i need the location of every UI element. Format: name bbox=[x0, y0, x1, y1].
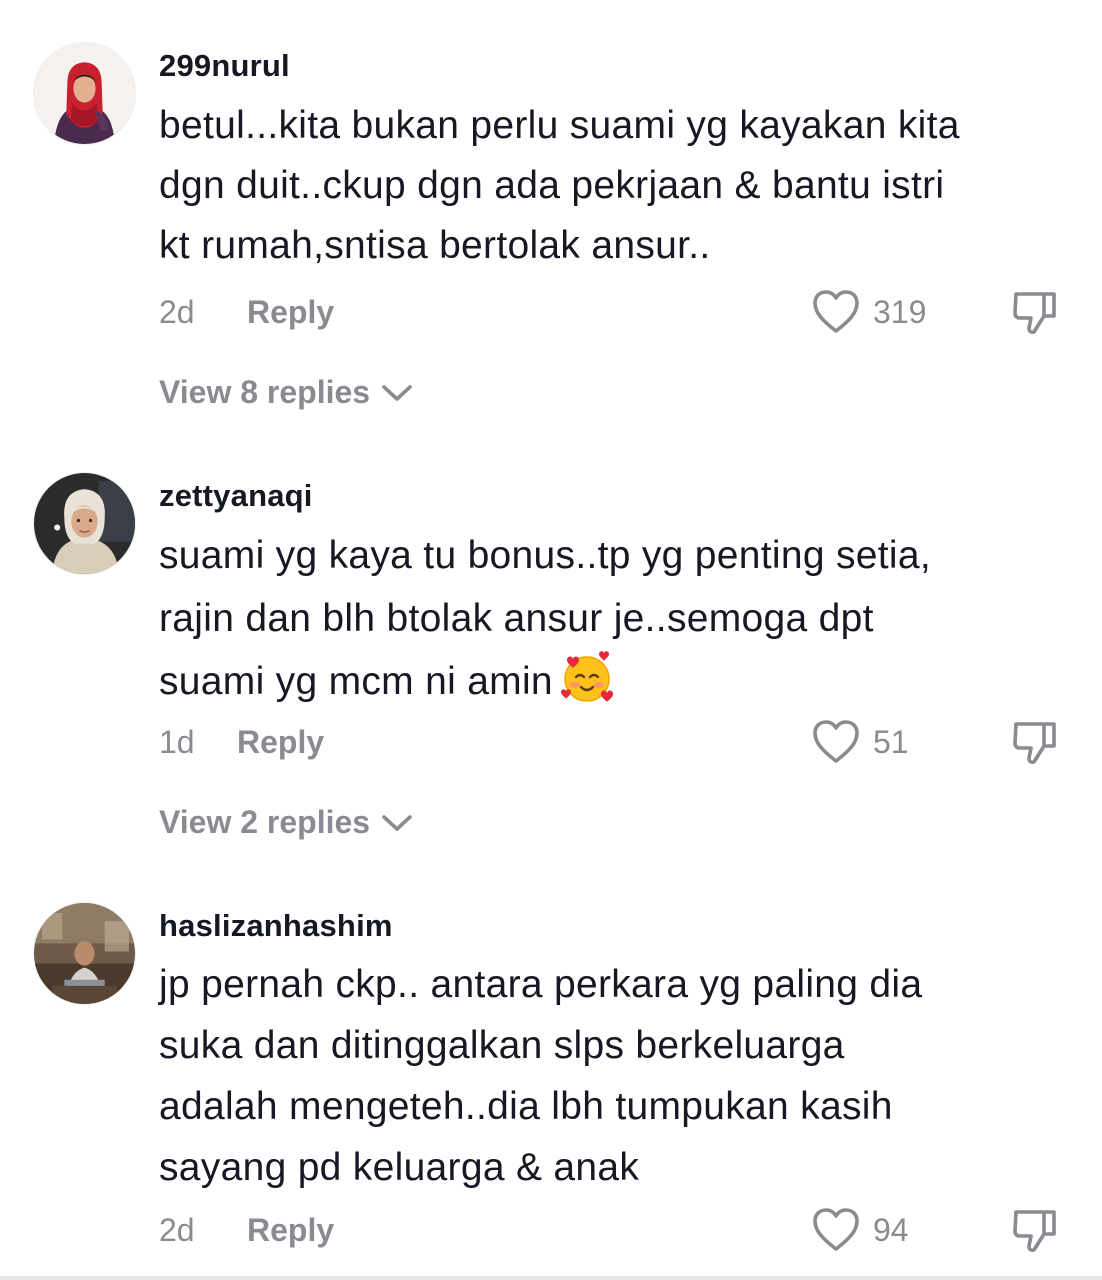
comment-username[interactable]: haslizanhashim bbox=[159, 908, 393, 944]
like-count: 51 bbox=[873, 724, 909, 760]
comment-username[interactable]: 299nurul bbox=[159, 48, 290, 84]
comment-text-line: jp pernah ckp.. antara perkara yg paling… bbox=[159, 963, 923, 1006]
like-count: 94 bbox=[873, 1212, 909, 1248]
avatar-beige-hijab-icon bbox=[34, 473, 135, 574]
comment-text: betul...kita bukan perlu suami yg kayaka… bbox=[159, 96, 1079, 276]
heart-outline-icon[interactable] bbox=[811, 1207, 861, 1253]
thumbs-down-icon[interactable] bbox=[1010, 1206, 1060, 1256]
avatar[interactable] bbox=[33, 42, 136, 145]
chevron-down-icon bbox=[380, 812, 414, 834]
comment-text-line: rajin dan blh btolak ansur je..semoga dp… bbox=[159, 597, 874, 640]
comment-timestamp: 2d bbox=[159, 1212, 195, 1248]
comment-text-line: betul...kita bukan perlu suami yg kayaka… bbox=[159, 104, 960, 147]
comment-text: jp pernah ckp.. antara perkara yg paling… bbox=[159, 954, 1079, 1198]
view-replies-button[interactable]: View 2 replies bbox=[159, 804, 414, 841]
comment-text-line: adalah mengeteh..dia lbh tumpukan kasih bbox=[159, 1085, 893, 1128]
smiling-face-with-hearts-icon bbox=[559, 650, 615, 706]
reply-button[interactable]: Reply bbox=[237, 724, 324, 761]
thumbs-down-icon[interactable] bbox=[1010, 288, 1060, 338]
like-count: 319 bbox=[873, 294, 927, 330]
divider bbox=[0, 1276, 1102, 1280]
view-replies-label: View 2 replies bbox=[159, 804, 371, 840]
heart-outline-icon[interactable] bbox=[811, 719, 861, 765]
view-replies-button[interactable]: View 8 replies bbox=[159, 374, 414, 411]
comment-username[interactable]: zettyanaqi bbox=[159, 478, 313, 514]
comment-text-line: kt rumah,sntisa bertolak ansur.. bbox=[159, 224, 711, 267]
avatar[interactable] bbox=[33, 472, 136, 575]
chevron-down-icon bbox=[380, 382, 414, 404]
comment-text-line: suka dan ditinggalkan slps berkeluarga bbox=[159, 1024, 845, 1067]
comment-timestamp: 1d bbox=[159, 724, 195, 760]
reply-button[interactable]: Reply bbox=[247, 1212, 334, 1249]
heart-outline-icon[interactable] bbox=[811, 289, 861, 335]
comment-text-line: suami yg kaya tu bonus..tp yg penting se… bbox=[159, 534, 931, 577]
view-replies-label: View 8 replies bbox=[159, 374, 371, 410]
comment-text: suami yg kaya tu bonus..tp yg penting se… bbox=[159, 524, 1079, 713]
thumbs-down-icon[interactable] bbox=[1010, 718, 1060, 768]
avatar-hijab-red-icon bbox=[34, 43, 135, 144]
avatar[interactable] bbox=[33, 902, 136, 1005]
comment-text-line: dgn duit..ckup dgn ada pekrjaan & bantu … bbox=[159, 164, 945, 207]
comment-text-line-content: suami yg mcm ni amin bbox=[159, 660, 553, 703]
reply-button[interactable]: Reply bbox=[247, 294, 334, 331]
comment-text-line: sayang pd keluarga & anak bbox=[159, 1146, 640, 1189]
comment-text-line: suami yg mcm ni amin bbox=[159, 650, 1079, 713]
comment-timestamp: 2d bbox=[159, 294, 195, 330]
avatar-man-photo-icon bbox=[34, 903, 135, 1004]
